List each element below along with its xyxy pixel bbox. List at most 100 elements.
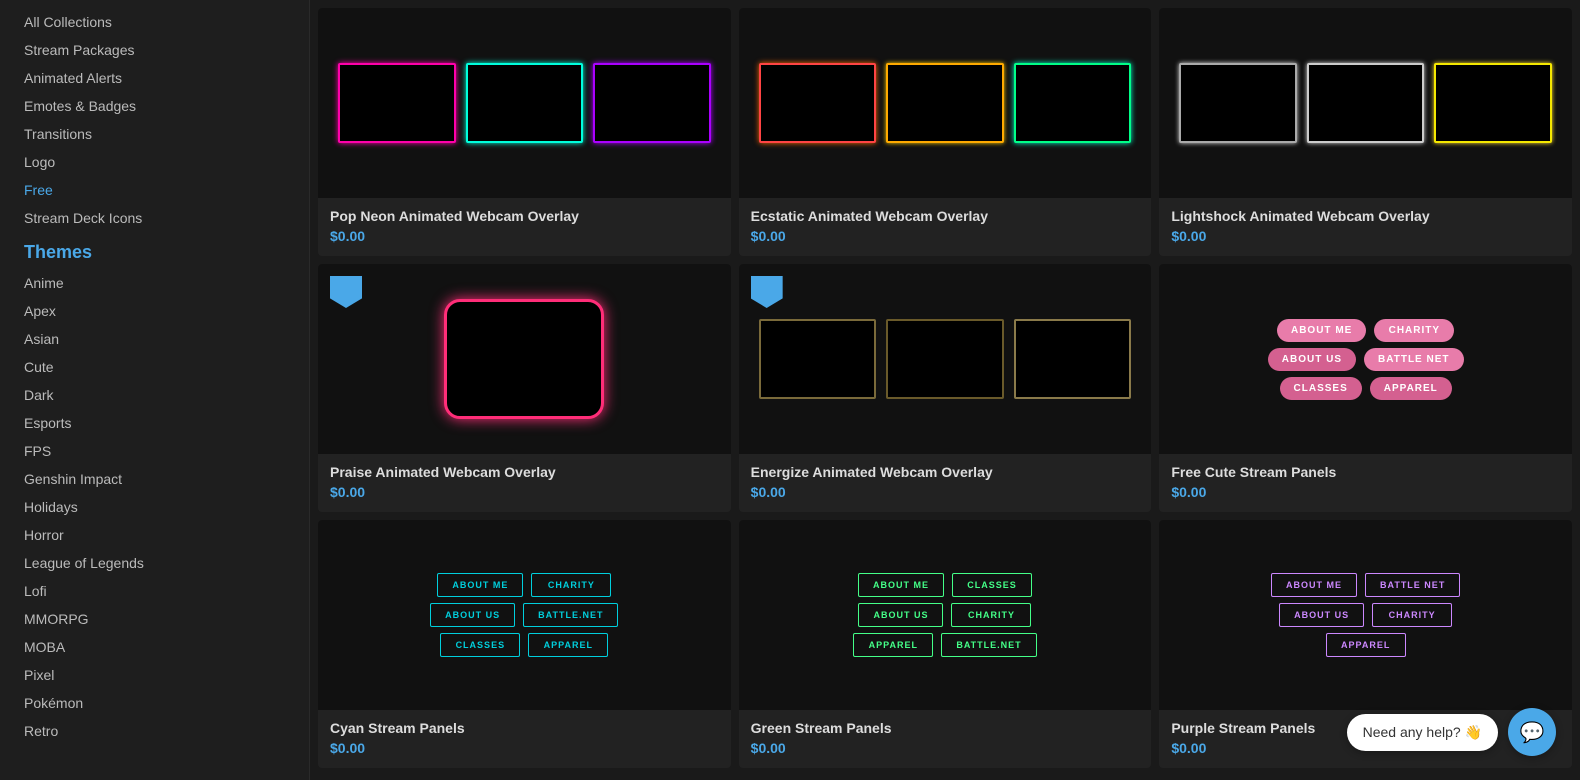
- themes-list: AnimeApexAsianCuteDarkEsportsFPSGenshin …: [16, 269, 309, 745]
- panel-button: BATTLE NET: [1364, 348, 1463, 371]
- panel-button: APPAREL: [1326, 633, 1406, 657]
- panel-button: ABOUT US: [430, 603, 515, 627]
- sidebar-theme-fps[interactable]: FPS: [16, 437, 309, 465]
- sidebar-theme-anime[interactable]: Anime: [16, 269, 309, 297]
- sidebar-item-transitions[interactable]: Transitions: [16, 120, 309, 148]
- sidebar-theme-dark[interactable]: Dark: [16, 381, 309, 409]
- product-title: Green Stream Panels: [751, 720, 1140, 736]
- product-price: $0.00: [751, 740, 1140, 756]
- sidebar-themes: Themes AnimeApexAsianCuteDarkEsportsFPSG…: [16, 232, 309, 745]
- sidebar-theme-pok-mon[interactable]: Pokémon: [16, 689, 309, 717]
- cam-frame: [759, 319, 877, 399]
- sidebar-item-logo[interactable]: Logo: [16, 148, 309, 176]
- product-card[interactable]: ABOUT ME CHARITY ABOUT US BATTLE.NET CLA…: [318, 520, 731, 768]
- panel-button: ABOUT ME: [1271, 573, 1357, 597]
- product-card[interactable]: ABOUT ME CHARITY ABOUT US BATTLE NET CLA…: [1159, 264, 1572, 512]
- panel-button: CLASSES: [1280, 377, 1362, 400]
- product-info: Free Cute Stream Panels $0.00: [1159, 454, 1572, 512]
- product-thumbnail: ABOUT ME CLASSES ABOUT US CHARITY APPARE…: [739, 520, 1152, 710]
- product-info: Green Stream Panels $0.00: [739, 710, 1152, 768]
- sidebar-theme-lofi[interactable]: Lofi: [16, 577, 309, 605]
- cam-frame: [759, 63, 877, 143]
- product-title: Cyan Stream Panels: [330, 720, 719, 736]
- cam-frame: [1179, 63, 1297, 143]
- product-thumbnail: [1159, 8, 1572, 198]
- cam-frame: [1014, 319, 1132, 399]
- cam-frame: [886, 319, 1004, 399]
- sidebar-theme-mmorpg[interactable]: MMORPG: [16, 605, 309, 633]
- sidebar-item-stream-packages[interactable]: Stream Packages: [16, 36, 309, 64]
- cam-frame: [1434, 63, 1552, 143]
- help-chat-button[interactable]: 💬: [1508, 708, 1556, 756]
- sidebar-menu: All CollectionsStream PackagesAnimated A…: [16, 8, 309, 232]
- product-info: Praise Animated Webcam Overlay$0.00: [318, 454, 731, 512]
- panel-button: CHARITY: [1374, 319, 1454, 342]
- product-grid: Pop Neon Animated Webcam Overlay$0.00 Ec…: [318, 8, 1572, 768]
- sidebar-theme-cute[interactable]: Cute: [16, 353, 309, 381]
- product-title: Lightshock Animated Webcam Overlay: [1171, 208, 1560, 224]
- product-price: $0.00: [1171, 484, 1560, 500]
- product-card[interactable]: Pop Neon Animated Webcam Overlay$0.00: [318, 8, 731, 256]
- panel-button: ABOUT ME: [858, 573, 944, 597]
- sidebar-item-stream-deck-icons[interactable]: Stream Deck Icons: [16, 204, 309, 232]
- product-title: Free Cute Stream Panels: [1171, 464, 1560, 480]
- sidebar-item-emotes---badges[interactable]: Emotes & Badges: [16, 92, 309, 120]
- product-price: $0.00: [330, 484, 719, 500]
- help-widget: Need any help? 👋 💬: [1347, 708, 1556, 756]
- product-price: $0.00: [330, 740, 719, 756]
- product-price: $0.00: [751, 228, 1140, 244]
- product-thumbnail: ABOUT ME BATTLE NET ABOUT US CHARITY APP…: [1159, 520, 1572, 710]
- product-thumbnail: ABOUT ME CHARITY ABOUT US BATTLE NET CLA…: [1159, 264, 1572, 454]
- product-card[interactable]: Energize Animated Webcam Overlay $0.00: [739, 264, 1152, 512]
- panel-button: BATTLE.NET: [523, 603, 618, 627]
- panel-button: ABOUT US: [858, 603, 943, 627]
- panel-button: CHARITY: [951, 603, 1031, 627]
- panel-button: APPAREL: [528, 633, 608, 657]
- sidebar-theme-retro[interactable]: Retro: [16, 717, 309, 745]
- cam-frame: [886, 63, 1004, 143]
- product-info: Pop Neon Animated Webcam Overlay$0.00: [318, 198, 731, 256]
- panel-button: ABOUT ME: [437, 573, 523, 597]
- panel-button: ABOUT ME: [1277, 319, 1366, 342]
- sidebar-theme-horror[interactable]: Horror: [16, 521, 309, 549]
- panel-button: ABOUT US: [1279, 603, 1364, 627]
- product-thumbnail: ABOUT ME CHARITY ABOUT US BATTLE.NET CLA…: [318, 520, 731, 710]
- sidebar-theme-pixel[interactable]: Pixel: [16, 661, 309, 689]
- panel-button: CHARITY: [531, 573, 611, 597]
- product-title: Energize Animated Webcam Overlay: [751, 464, 1140, 480]
- sidebar-item-all-collections[interactable]: All Collections: [16, 8, 309, 36]
- panel-button: ABOUT US: [1268, 348, 1356, 371]
- panel-button: APPAREL: [853, 633, 933, 657]
- panel-button: CLASSES: [952, 573, 1032, 597]
- product-card[interactable]: Ecstatic Animated Webcam Overlay $0.00: [739, 8, 1152, 256]
- product-card[interactable]: Lightshock Animated Webcam Overlay$0.00: [1159, 8, 1572, 256]
- product-thumbnail: [739, 264, 1152, 454]
- sidebar-theme-moba[interactable]: MOBA: [16, 633, 309, 661]
- product-price: $0.00: [751, 484, 1140, 500]
- panel-button: CHARITY: [1372, 603, 1452, 627]
- cam-frame-large: [444, 299, 604, 419]
- cam-frame: [338, 63, 456, 143]
- sidebar-theme-league-of-legends[interactable]: League of Legends: [16, 549, 309, 577]
- sidebar-theme-esports[interactable]: Esports: [16, 409, 309, 437]
- panel-button: CLASSES: [440, 633, 520, 657]
- sidebar-item-free[interactable]: Free: [16, 176, 309, 204]
- product-info: Energize Animated Webcam Overlay $0.00: [739, 454, 1152, 512]
- panel-button: BATTLE NET: [1365, 573, 1460, 597]
- sidebar-theme-genshin-impact[interactable]: Genshin Impact: [16, 465, 309, 493]
- product-card[interactable]: Praise Animated Webcam Overlay$0.00: [318, 264, 731, 512]
- sidebar-theme-asian[interactable]: Asian: [16, 325, 309, 353]
- product-title: Ecstatic Animated Webcam Overlay: [751, 208, 1140, 224]
- main-content: Pop Neon Animated Webcam Overlay$0.00 Ec…: [310, 0, 1580, 780]
- cam-frame: [593, 63, 711, 143]
- product-thumbnail: [318, 8, 731, 198]
- cam-frame: [466, 63, 584, 143]
- product-title: Pop Neon Animated Webcam Overlay: [330, 208, 719, 224]
- sidebar-item-animated-alerts[interactable]: Animated Alerts: [16, 64, 309, 92]
- product-info: Cyan Stream Panels $0.00: [318, 710, 731, 768]
- cam-frame: [1014, 63, 1132, 143]
- product-info: Lightshock Animated Webcam Overlay$0.00: [1159, 198, 1572, 256]
- sidebar-theme-apex[interactable]: Apex: [16, 297, 309, 325]
- sidebar-theme-holidays[interactable]: Holidays: [16, 493, 309, 521]
- product-card[interactable]: ABOUT ME CLASSES ABOUT US CHARITY APPARE…: [739, 520, 1152, 768]
